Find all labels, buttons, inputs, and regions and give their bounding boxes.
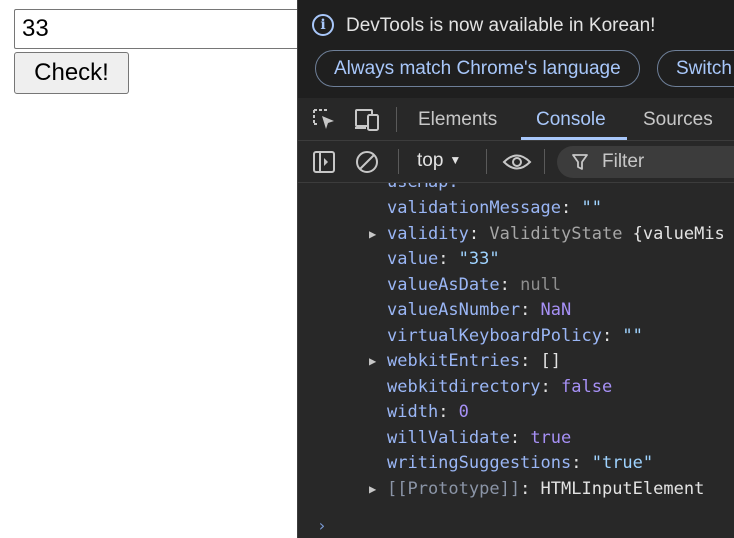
- property-colon: :: [571, 453, 592, 473]
- switch-language-button[interactable]: Switch: [657, 50, 734, 87]
- context-label: top: [417, 150, 444, 171]
- console-property-row[interactable]: webkitEntries: []: [387, 349, 561, 374]
- property-key: validity: [387, 224, 469, 244]
- property-value: HTMLInputElement: [540, 479, 705, 499]
- expand-triangle-icon[interactable]: ▶: [369, 349, 376, 374]
- property-value: true: [530, 428, 572, 448]
- device-toolbar-icon[interactable]: [354, 108, 380, 132]
- property-value: "true": [591, 453, 654, 473]
- property-value: "33": [458, 249, 500, 269]
- expand-triangle-icon[interactable]: ▶: [369, 222, 376, 247]
- match-language-button[interactable]: Always match Chrome's language: [315, 50, 640, 87]
- tab-elements[interactable]: Elements: [418, 98, 497, 140]
- tab-sources[interactable]: Sources: [643, 98, 713, 140]
- property-value: 0: [458, 402, 469, 422]
- toolbar-divider: [486, 149, 487, 174]
- language-infobar: i DevTools is now available in Korean! A…: [298, 0, 734, 98]
- console-property-row: value: "33": [387, 247, 500, 272]
- console-property-row[interactable]: validity: ValidityState {valueMis: [387, 222, 725, 247]
- property-key: webkitEntries: [387, 351, 521, 371]
- property-colon: :: [540, 377, 562, 397]
- toolbar-divider: [398, 149, 399, 174]
- tabbar-divider: [396, 107, 397, 132]
- property-colon: :: [438, 249, 459, 269]
- console-property-row: validationMessage: "": [387, 196, 602, 221]
- console-toolbar: top ▼ Filter: [298, 141, 734, 183]
- console-property-row: valueAsDate: null: [387, 273, 561, 298]
- devtools-panel: i DevTools is now available in Korean! A…: [297, 0, 734, 538]
- web-page: Check!: [0, 0, 314, 538]
- tab-console[interactable]: Console: [536, 98, 606, 140]
- infobar-message: DevTools is now available in Korean!: [346, 15, 656, 36]
- context-selector[interactable]: top ▼: [417, 150, 461, 172]
- property-colon: :: [438, 402, 459, 422]
- property-value: ValidityState {valueMis: [489, 224, 725, 244]
- check-button[interactable]: Check!: [14, 52, 129, 94]
- console-property-row[interactable]: [[Prototype]]: HTMLInputElement: [387, 477, 704, 502]
- console-prompt[interactable]: ›: [317, 516, 327, 535]
- property-value: "": [622, 326, 643, 346]
- property-key: willValidate: [387, 428, 510, 448]
- property-colon: :: [520, 300, 541, 320]
- console-line-partial: useMap:: [387, 183, 459, 195]
- property-key: validationMessage: [387, 198, 561, 218]
- info-icon: i: [312, 14, 334, 36]
- sidebar-toggle-icon[interactable]: [312, 150, 338, 174]
- property-value: []: [540, 351, 562, 371]
- console-property-row: virtualKeyboardPolicy: "": [387, 324, 643, 349]
- property-colon: :: [561, 198, 582, 218]
- property-key: value: [387, 249, 439, 269]
- property-key: valueAsDate: [387, 275, 500, 295]
- property-colon: :: [499, 275, 521, 295]
- property-colon: :: [601, 326, 623, 346]
- active-tab-indicator: [521, 137, 627, 140]
- property-colon: :: [509, 428, 531, 448]
- filter-input[interactable]: Filter: [557, 146, 734, 178]
- property-colon: :: [468, 224, 490, 244]
- console-property-row: willValidate: true: [387, 426, 571, 451]
- console-property-row: writingSuggestions: "true": [387, 451, 653, 476]
- property-key: [[Prototype]]: [387, 479, 521, 499]
- number-input[interactable]: [14, 9, 314, 49]
- property-key: valueAsNumber: [387, 300, 521, 320]
- property-value: false: [561, 377, 613, 397]
- property-key: webkitdirectory: [387, 377, 541, 397]
- caret-down-icon: ▼: [449, 153, 462, 167]
- property-colon: :: [520, 479, 541, 499]
- clear-console-icon[interactable]: [355, 150, 381, 174]
- console-property-row: webkitdirectory: false: [387, 375, 612, 400]
- devtools-tabbar: Elements Console Sources: [298, 98, 734, 141]
- property-key: virtualKeyboardPolicy: [387, 326, 602, 346]
- property-value: NaN: [540, 300, 572, 320]
- console-property-row: valueAsNumber: NaN: [387, 298, 571, 323]
- console-property-row: width: 0: [387, 400, 469, 425]
- filter-placeholder: Filter: [602, 151, 645, 172]
- expand-triangle-icon[interactable]: ▶: [369, 477, 376, 502]
- filter-icon: [571, 153, 589, 176]
- property-colon: :: [520, 351, 541, 371]
- property-value: "": [581, 198, 602, 218]
- property-key: width: [387, 402, 439, 422]
- property-key: writingSuggestions: [387, 453, 572, 473]
- console-output[interactable]: useMap: validationMessage: "" ▶ validity: …: [298, 183, 734, 538]
- property-value: null: [520, 275, 562, 295]
- inspect-element-icon[interactable]: [312, 108, 338, 132]
- toolbar-divider: [544, 149, 545, 174]
- eye-icon[interactable]: [502, 151, 532, 175]
